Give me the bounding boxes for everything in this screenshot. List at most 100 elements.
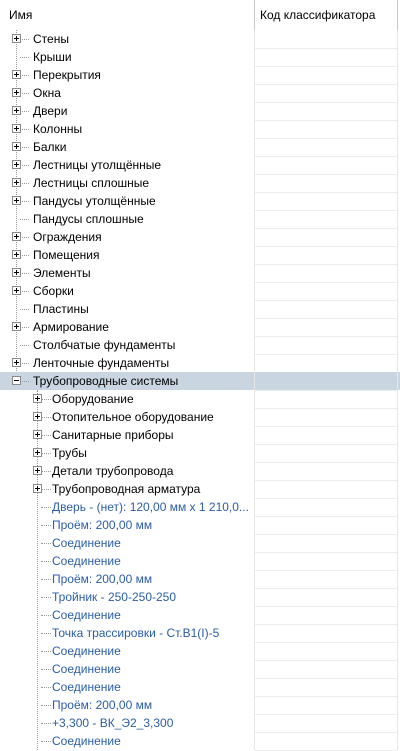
classifier-code-cell[interactable]	[255, 372, 397, 391]
tree-item-label[interactable]: Стены	[33, 31, 69, 47]
tree-item-label[interactable]: Ограждения	[33, 229, 102, 245]
expand-icon[interactable]	[33, 448, 42, 457]
expand-icon[interactable]	[12, 178, 21, 187]
classifier-code-cell[interactable]	[255, 246, 397, 265]
classifier-code-cell[interactable]	[255, 138, 397, 157]
classifier-code-cell[interactable]	[255, 462, 397, 481]
column-divider[interactable]	[254, 0, 255, 30]
tree-item-label[interactable]: Ленточные фундаменты	[33, 355, 169, 371]
tree-item-label[interactable]: Соединение	[52, 643, 121, 659]
tree-child-row[interactable]: Соединение	[0, 660, 400, 679]
classifier-code-cell[interactable]	[255, 210, 397, 229]
tree-item-label[interactable]: Крыши	[33, 49, 72, 65]
tree-row[interactable]: Столбчатые фундаменты	[0, 336, 400, 355]
classifier-code-cell[interactable]	[255, 318, 397, 337]
tree-item-label[interactable]: Дверь - (нет): 120,00 мм x 1 210,0...	[52, 499, 249, 515]
classifier-code-cell[interactable]	[255, 732, 397, 751]
column-divider-end[interactable]	[397, 0, 398, 30]
classifier-code-cell[interactable]	[255, 480, 397, 499]
tree-child-row[interactable]: Отопительное оборудование	[0, 408, 400, 427]
tree-row[interactable]: Стены	[0, 30, 400, 49]
classifier-code-cell[interactable]	[255, 390, 397, 409]
classifier-code-cell[interactable]	[255, 642, 397, 661]
expand-icon[interactable]	[12, 88, 21, 97]
classifier-code-cell[interactable]	[255, 66, 397, 85]
expand-icon[interactable]	[12, 70, 21, 79]
classifier-code-cell[interactable]	[255, 444, 397, 463]
tree-child-row[interactable]: Проём: 200,00 мм	[0, 570, 400, 589]
tree-item-label[interactable]: Двери	[33, 103, 67, 119]
tree-row[interactable]: Армирование	[0, 318, 400, 337]
tree-item-label[interactable]: Перекрытия	[33, 67, 101, 83]
tree-item-label[interactable]: Тройник - 250-250-250	[52, 589, 176, 605]
expand-icon[interactable]	[12, 106, 21, 115]
classifier-code-cell[interactable]	[255, 174, 397, 193]
expand-icon[interactable]	[33, 412, 42, 421]
tree-item-label[interactable]: Соединение	[52, 607, 121, 623]
tree-child-row[interactable]: Соединение	[0, 642, 400, 661]
tree-row[interactable]: Крыши	[0, 48, 400, 67]
column-header-code[interactable]: Код классификатора	[260, 0, 375, 30]
expand-icon[interactable]	[12, 358, 21, 367]
tree-row[interactable]: Ленточные фундаменты	[0, 354, 400, 373]
expand-icon[interactable]	[33, 430, 42, 439]
classifier-code-cell[interactable]	[255, 588, 397, 607]
tree-child-row[interactable]: Санитарные приборы	[0, 426, 400, 445]
tree-row[interactable]: Лестницы утолщённые	[0, 156, 400, 175]
tree-item-label[interactable]: +3,300 - ВК_Э2_3,300	[52, 715, 173, 731]
tree-item-label[interactable]: Армирование	[33, 319, 109, 335]
expand-icon[interactable]	[12, 34, 21, 43]
tree-item-label[interactable]: Пластины	[33, 301, 89, 317]
tree-row[interactable]: Двери	[0, 102, 400, 121]
classifier-code-cell[interactable]	[255, 84, 397, 103]
tree-child-row[interactable]: Соединение	[0, 678, 400, 697]
classifier-code-cell[interactable]	[255, 156, 397, 175]
tree-item-label[interactable]: Санитарные приборы	[52, 427, 174, 443]
tree-row[interactable]: Перекрытия	[0, 66, 400, 85]
tree-row[interactable]: Трубопроводные системы	[0, 372, 400, 391]
tree-item-label[interactable]: Балки	[33, 139, 67, 155]
tree-item-label[interactable]: Соединение	[52, 535, 121, 551]
tree-item-label[interactable]: Проём: 200,00 мм	[52, 571, 152, 587]
classifier-code-cell[interactable]	[255, 102, 397, 121]
tree-row[interactable]: Лестницы сплошные	[0, 174, 400, 193]
tree-item-label[interactable]: Трубопроводные системы	[33, 373, 178, 389]
tree-child-row[interactable]: Соединение	[0, 732, 400, 751]
tree-row[interactable]: Элементы	[0, 264, 400, 283]
tree-item-label[interactable]: Отопительное оборудование	[52, 409, 214, 425]
tree-row[interactable]: Пандусы сплошные	[0, 210, 400, 229]
tree-item-label[interactable]: Трубопроводная арматура	[52, 481, 200, 497]
classifier-code-cell[interactable]	[255, 660, 397, 679]
classifier-code-cell[interactable]	[255, 228, 397, 247]
tree-child-row[interactable]: Соединение	[0, 534, 400, 553]
classifier-code-cell[interactable]	[255, 354, 397, 373]
tree-child-row[interactable]: Детали трубопровода	[0, 462, 400, 481]
classifier-code-cell[interactable]	[255, 516, 397, 535]
expand-icon[interactable]	[12, 142, 21, 151]
tree-item-label[interactable]: Соединение	[52, 553, 121, 569]
classifier-code-cell[interactable]	[255, 714, 397, 733]
tree-child-row[interactable]: Соединение	[0, 606, 400, 625]
column-header-name[interactable]: Имя	[9, 0, 32, 30]
expand-icon[interactable]	[12, 268, 21, 277]
tree-row[interactable]: Пандусы утолщённые	[0, 192, 400, 211]
collapse-icon[interactable]	[12, 376, 21, 385]
tree-child-row[interactable]: Проём: 200,00 мм	[0, 696, 400, 715]
tree-row[interactable]: Колонны	[0, 120, 400, 139]
classifier-code-cell[interactable]	[255, 498, 397, 517]
expand-icon[interactable]	[12, 124, 21, 133]
expand-icon[interactable]	[12, 196, 21, 205]
tree-item-label[interactable]: Трубы	[52, 445, 87, 461]
expand-icon[interactable]	[33, 484, 42, 493]
tree-row[interactable]: Ограждения	[0, 228, 400, 247]
classifier-code-cell[interactable]	[255, 300, 397, 319]
tree-row[interactable]: Сборки	[0, 282, 400, 301]
tree-item-label[interactable]: Пандусы утолщённые	[33, 193, 156, 209]
tree-item-label[interactable]: Оборудование	[52, 391, 134, 407]
classifier-code-cell[interactable]	[255, 192, 397, 211]
classifier-code-cell[interactable]	[255, 426, 397, 445]
tree-item-label[interactable]: Соединение	[52, 661, 121, 677]
classifier-code-cell[interactable]	[255, 48, 397, 67]
classifier-code-cell[interactable]	[255, 408, 397, 427]
tree-row[interactable]: Балки	[0, 138, 400, 157]
